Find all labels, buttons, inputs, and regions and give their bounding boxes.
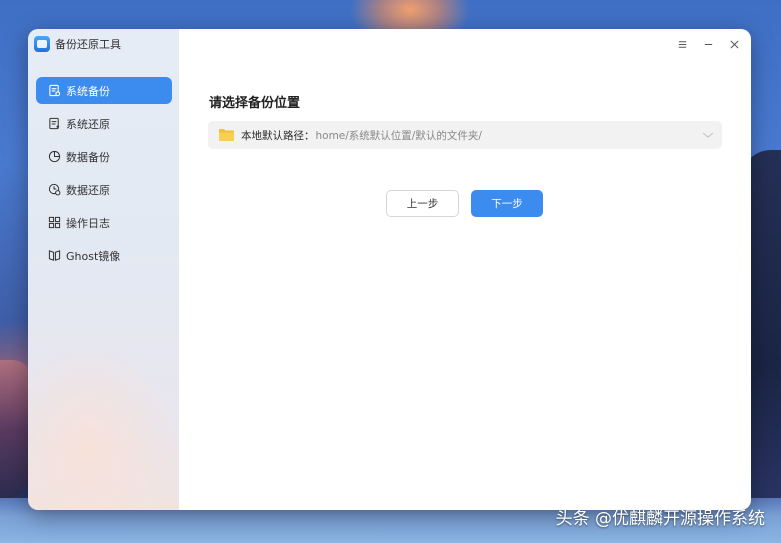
previous-step-button[interactable]: 上一步	[386, 190, 459, 217]
page-title: 请选择备份位置	[209, 96, 301, 111]
folder-icon	[219, 129, 234, 141]
window-controls	[671, 35, 745, 53]
backup-location-select[interactable]: 本地默认路径： home/系统默认位置/默认的文件夹/	[208, 121, 722, 149]
close-icon[interactable]	[723, 35, 745, 53]
main-panel: 请选择备份位置 本地默认路径： home/系统默认位置/默认的文件夹/ 上一步 …	[179, 29, 751, 510]
sidebar-item-label: 系统还原	[66, 117, 110, 131]
sidebar-item-label: Ghost镜像	[66, 249, 121, 263]
chevron-down-icon	[702, 132, 714, 138]
sidebar-item-system-restore[interactable]: 系统还原	[36, 110, 172, 137]
data-restore-icon	[47, 183, 61, 197]
sidebar-item-data-restore[interactable]: 数据还原	[36, 176, 172, 203]
system-restore-icon	[47, 117, 61, 131]
sidebar: 备份还原工具 系统备份 系统还原 数据备份 数据还原 操作日志 Ghost镜像	[28, 29, 179, 510]
sidebar-item-label: 数据还原	[66, 183, 110, 197]
desktop-background: 备份还原工具 系统备份 系统还原 数据备份 数据还原 操作日志 Ghost镜像 …	[0, 0, 781, 543]
data-backup-icon	[47, 150, 61, 164]
sidebar-item-label: 数据备份	[66, 150, 110, 164]
sidebar-item-data-backup[interactable]: 数据备份	[36, 143, 172, 170]
app-title: 备份还原工具	[55, 38, 121, 51]
sidebar-item-system-backup[interactable]: 系统备份	[36, 77, 172, 104]
sidebar-item-label: 操作日志	[66, 216, 110, 230]
sidebar-item-ghost-image[interactable]: Ghost镜像	[36, 242, 172, 269]
sidebar-nav: 系统备份 系统还原 数据备份 数据还原 操作日志 Ghost镜像	[28, 77, 179, 269]
grid-icon	[47, 216, 61, 230]
location-path: home/系统默认位置/默认的文件夹/	[315, 129, 482, 142]
sidebar-item-label: 系统备份	[66, 84, 110, 98]
app-logo-icon	[34, 36, 50, 52]
location-label: 本地默认路径：	[241, 129, 315, 142]
app-header: 备份还原工具	[28, 30, 179, 58]
app-window: 备份还原工具 系统备份 系统还原 数据备份 数据还原 操作日志 Ghost镜像 …	[28, 29, 751, 510]
system-backup-icon	[47, 84, 61, 98]
watermark-text: 头条 @优麒麟开源操作系统	[555, 509, 765, 529]
ghost-image-icon	[47, 249, 61, 263]
next-step-button[interactable]: 下一步	[471, 190, 543, 217]
menu-icon[interactable]	[671, 35, 693, 53]
minimize-icon[interactable]	[697, 35, 719, 53]
sidebar-item-operation-log[interactable]: 操作日志	[36, 209, 172, 236]
